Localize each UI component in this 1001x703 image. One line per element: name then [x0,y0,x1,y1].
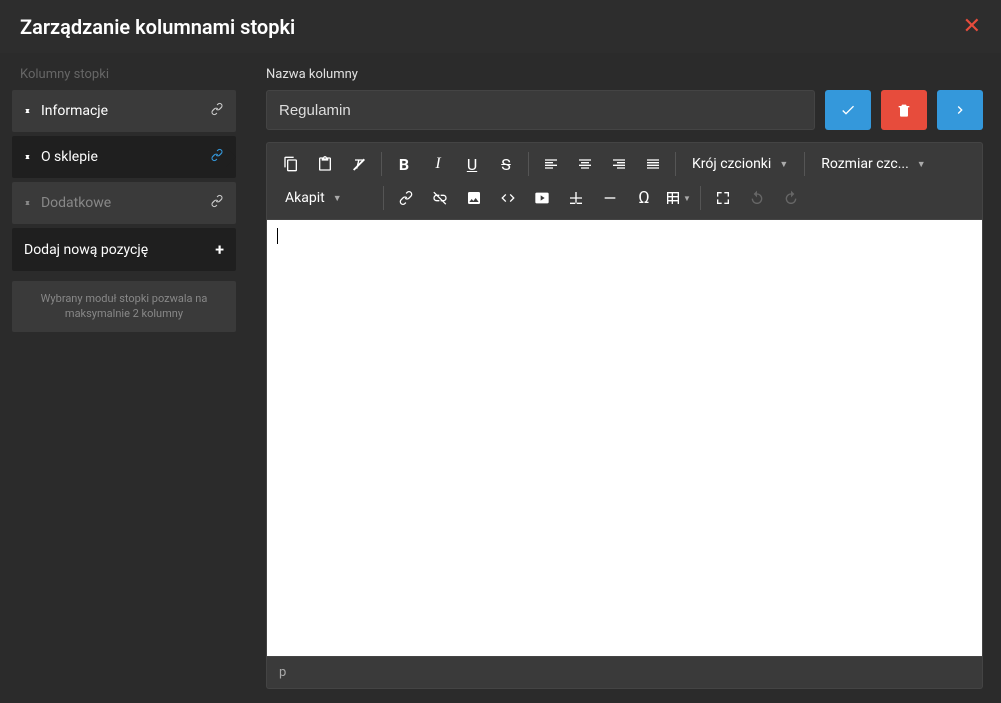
chevron-right-icon [952,102,968,118]
special-char-icon[interactable]: Ω [628,183,660,213]
underline-icon[interactable]: U [456,149,488,179]
image-icon[interactable] [458,183,490,213]
align-left-icon[interactable] [535,149,567,179]
sidebar-item-label: Informacje [41,103,108,119]
link-icon [210,194,224,212]
text-cursor [277,228,278,244]
modal-title: Zarządzanie kolumnami stopki [20,15,295,39]
sidebar-item-dodatkowe[interactable]: Dodatkowe [12,182,236,224]
column-name-input[interactable] [266,90,815,130]
sidebar: Kolumny stopki Informacje O sklepie [0,53,248,703]
align-right-icon[interactable] [603,149,635,179]
copy-icon[interactable] [275,149,307,179]
editor-toolbar: B I U S Krój czcionki▼ Rozmiar czc.. [266,142,983,219]
sidebar-item-label: O sklepie [41,149,98,165]
unlink-tool-icon[interactable] [424,183,456,213]
sidebar-item-informacje[interactable]: Informacje [12,90,236,132]
input-row [266,90,983,130]
chevron-down-icon: ▼ [779,159,788,170]
hint-text: Wybrany moduł stopki pozwala na maksymal… [12,281,236,332]
modal-body: Kolumny stopki Informacje O sklepie [0,53,1001,703]
align-center-icon[interactable] [569,149,601,179]
font-family-select[interactable]: Krój czcionki▼ [682,149,798,179]
plus-icon: + [215,240,224,259]
editor-status-bar: p [266,657,983,689]
trash-icon [896,102,912,118]
video-icon[interactable] [526,183,558,213]
main-panel: Nazwa kolumny B [248,53,1001,703]
sidebar-section-label: Kolumny stopki [12,63,236,90]
check-icon [840,102,856,118]
modal: Zarządzanie kolumnami stopki ✕ Kolumny s… [0,0,1001,703]
link-icon [210,148,224,166]
sidebar-item-label: Dodatkowe [41,195,111,211]
chevron-down-icon: ▼ [917,159,926,170]
bold-icon[interactable]: B [388,149,420,179]
format-select[interactable]: Akapit▼ [275,183,377,213]
chevron-down-icon: ▼ [333,193,342,204]
modal-header: Zarządzanie kolumnami stopki ✕ [0,0,1001,53]
horizontal-rule-icon[interactable] [594,183,626,213]
redo-icon[interactable] [775,183,807,213]
paste-icon[interactable] [309,149,341,179]
fullscreen-icon[interactable] [707,183,739,213]
editor-path: p [279,665,286,680]
add-new-item-button[interactable]: Dodaj nową pozycję + [12,228,236,271]
delete-button[interactable] [881,90,927,130]
clear-format-icon[interactable] [343,149,375,179]
sidebar-item-o-sklepie[interactable]: O sklepie [12,136,236,178]
table-icon[interactable]: ▼ [662,183,694,213]
undo-icon[interactable] [741,183,773,213]
confirm-button[interactable] [825,90,871,130]
strikethrough-icon[interactable]: S [490,149,522,179]
link-icon [210,102,224,120]
next-button[interactable] [937,90,983,130]
link-tool-icon[interactable] [390,183,422,213]
italic-icon[interactable]: I [422,149,454,179]
close-icon[interactable]: ✕ [963,14,981,39]
insert-icon[interactable] [560,183,592,213]
align-justify-icon[interactable] [637,149,669,179]
editor-content[interactable] [266,219,983,657]
column-name-label: Nazwa kolumny [266,67,983,82]
add-item-label: Dodaj nową pozycję [24,242,148,258]
code-icon[interactable] [492,183,524,213]
font-size-select[interactable]: Rozmiar czc...▼ [811,149,935,179]
